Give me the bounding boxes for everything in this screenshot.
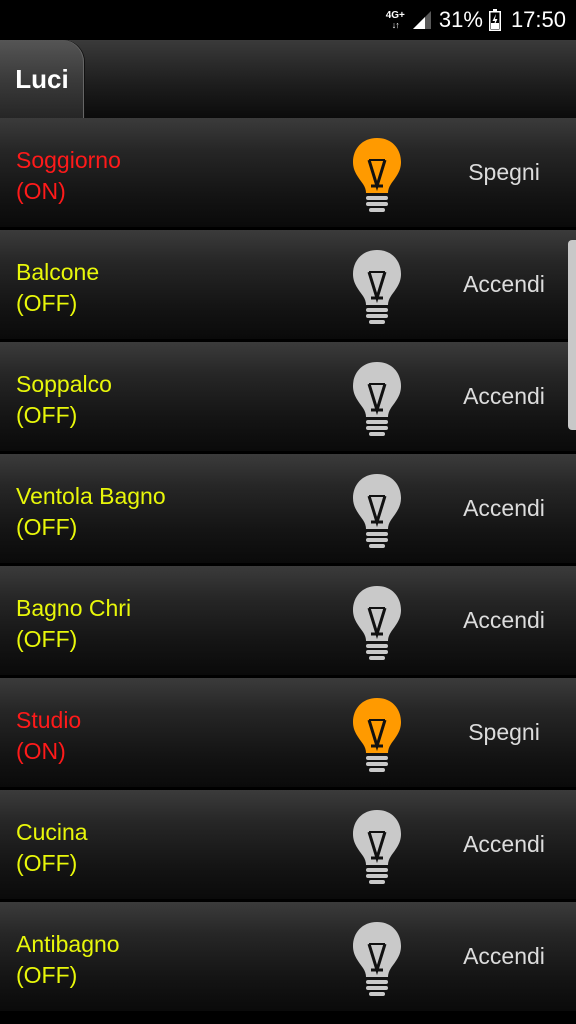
light-name: Ventola Bagno (16, 483, 166, 509)
turn-off-button[interactable]: Spegni (430, 118, 576, 227)
light-bulb-off-icon (350, 360, 404, 438)
light-state: (OFF) (16, 626, 78, 652)
light-bulb-off-icon (350, 808, 404, 886)
light-state: (OFF) (16, 514, 78, 540)
light-bulb-off-icon (350, 584, 404, 662)
tab-bar: Luci (0, 40, 576, 118)
tab-label: Luci (15, 63, 69, 94)
turn-on-button[interactable]: Accendi (430, 790, 576, 899)
lights-list: Soggiorno (ON) Spegni Balcone (OFF) Accendi So… (0, 118, 576, 1014)
light-state: (OFF) (16, 962, 78, 988)
list-item: Studio (ON) Spegni (0, 678, 576, 790)
light-state: (OFF) (16, 402, 78, 428)
light-bulb-on-icon (350, 136, 404, 214)
list-item: Antibagno (OFF) Accendi (0, 902, 576, 1014)
light-name: Soggiorno (16, 147, 121, 173)
light-state: (OFF) (16, 290, 78, 316)
status-bar: 4G+ ↓↑ 31% 17:50 (0, 0, 576, 40)
turn-on-button[interactable]: Accendi (430, 454, 576, 563)
light-bulb-off-icon (350, 248, 404, 326)
scrollbar[interactable] (568, 240, 576, 430)
light-state: (ON) (16, 178, 66, 204)
light-name: Antibagno (16, 931, 120, 957)
list-item: Balcone (OFF) Accendi (0, 230, 576, 342)
battery-percent: 31% (438, 7, 483, 32)
list-item: Bagno Chri (OFF) Accendi (0, 566, 576, 678)
light-bulb-off-icon (350, 920, 404, 998)
light-bulb-on-icon (350, 696, 404, 774)
list-item: Ventola Bagno (OFF) Accendi (0, 454, 576, 566)
app-screen: 4G+ ↓↑ 31% 17:50 Luci Soggiorno (ON) Spegn… (0, 0, 576, 1024)
battery-icon (488, 9, 501, 31)
network-arrows: ↓↑ (391, 19, 400, 30)
turn-on-button[interactable]: Accendi (430, 342, 576, 451)
turn-on-button[interactable]: Accendi (430, 902, 576, 1011)
signal-icon (412, 11, 431, 29)
tab-luci[interactable]: Luci (0, 40, 84, 118)
turn-on-button[interactable]: Accendi (430, 566, 576, 675)
list-item: Cucina (OFF) Accendi (0, 790, 576, 902)
network-4g-icon: 4G+ ↓↑ (385, 9, 405, 30)
list-item: Soppalco (OFF) Accendi (0, 342, 576, 454)
list-item: Soggiorno (ON) Spegni (0, 118, 576, 230)
light-state: (OFF) (16, 850, 78, 876)
turn-on-button[interactable]: Accendi (430, 230, 576, 339)
light-name: Balcone (16, 259, 100, 285)
network-type: 4G+ (385, 9, 405, 21)
light-state: (ON) (16, 738, 66, 764)
light-name: Cucina (16, 819, 88, 845)
light-name: Studio (16, 707, 82, 733)
light-bulb-off-icon (350, 472, 404, 550)
clock: 17:50 (510, 7, 566, 32)
light-name: Bagno Chri (16, 595, 132, 621)
light-name: Soppalco (16, 371, 112, 397)
turn-off-button[interactable]: Spegni (430, 678, 576, 787)
